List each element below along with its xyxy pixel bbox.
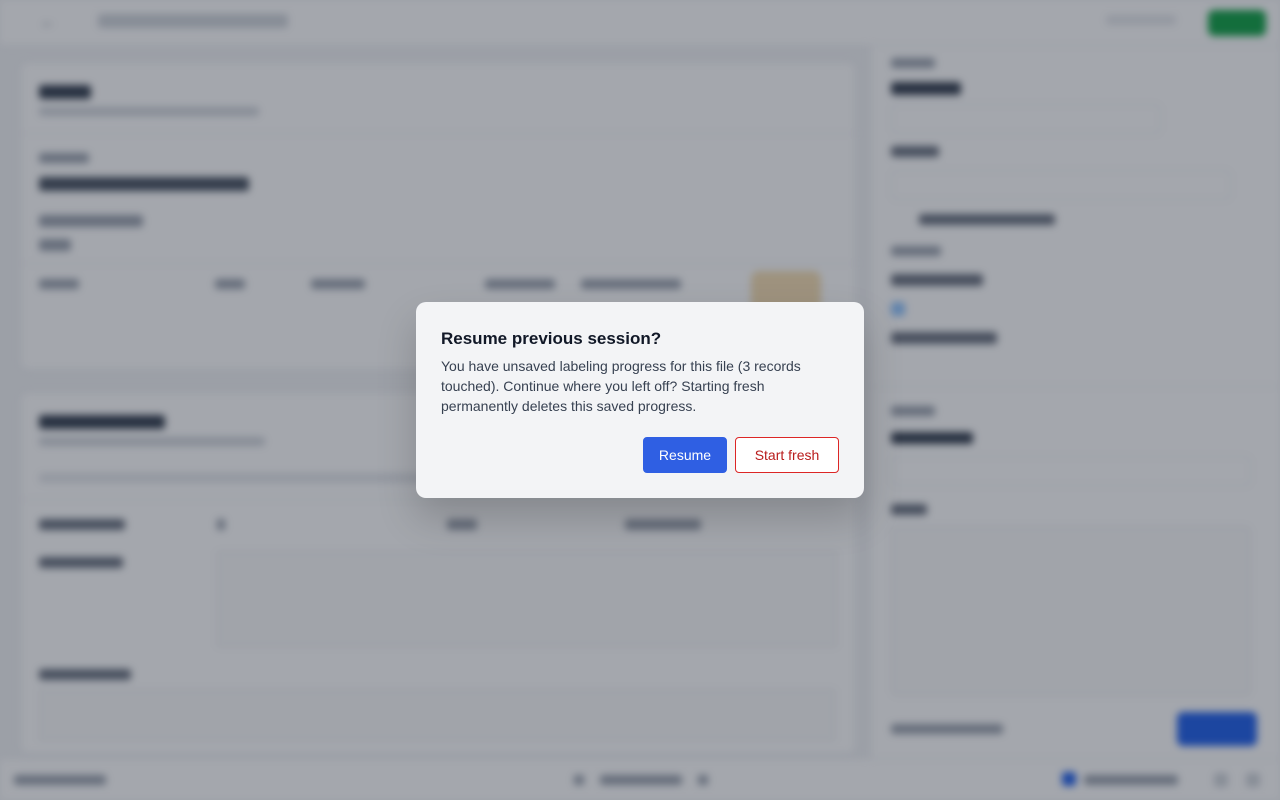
dialog-message: You have unsaved labeling progress for t… — [441, 358, 801, 414]
resume-session-dialog: Resume previous session? You have unsave… — [416, 302, 864, 498]
dialog-actions: Resume Start fresh — [643, 437, 839, 473]
start-fresh-button[interactable]: Start fresh — [735, 437, 839, 473]
resume-button[interactable]: Resume — [643, 437, 727, 473]
dialog-title: Resume previous session? — [441, 329, 662, 348]
